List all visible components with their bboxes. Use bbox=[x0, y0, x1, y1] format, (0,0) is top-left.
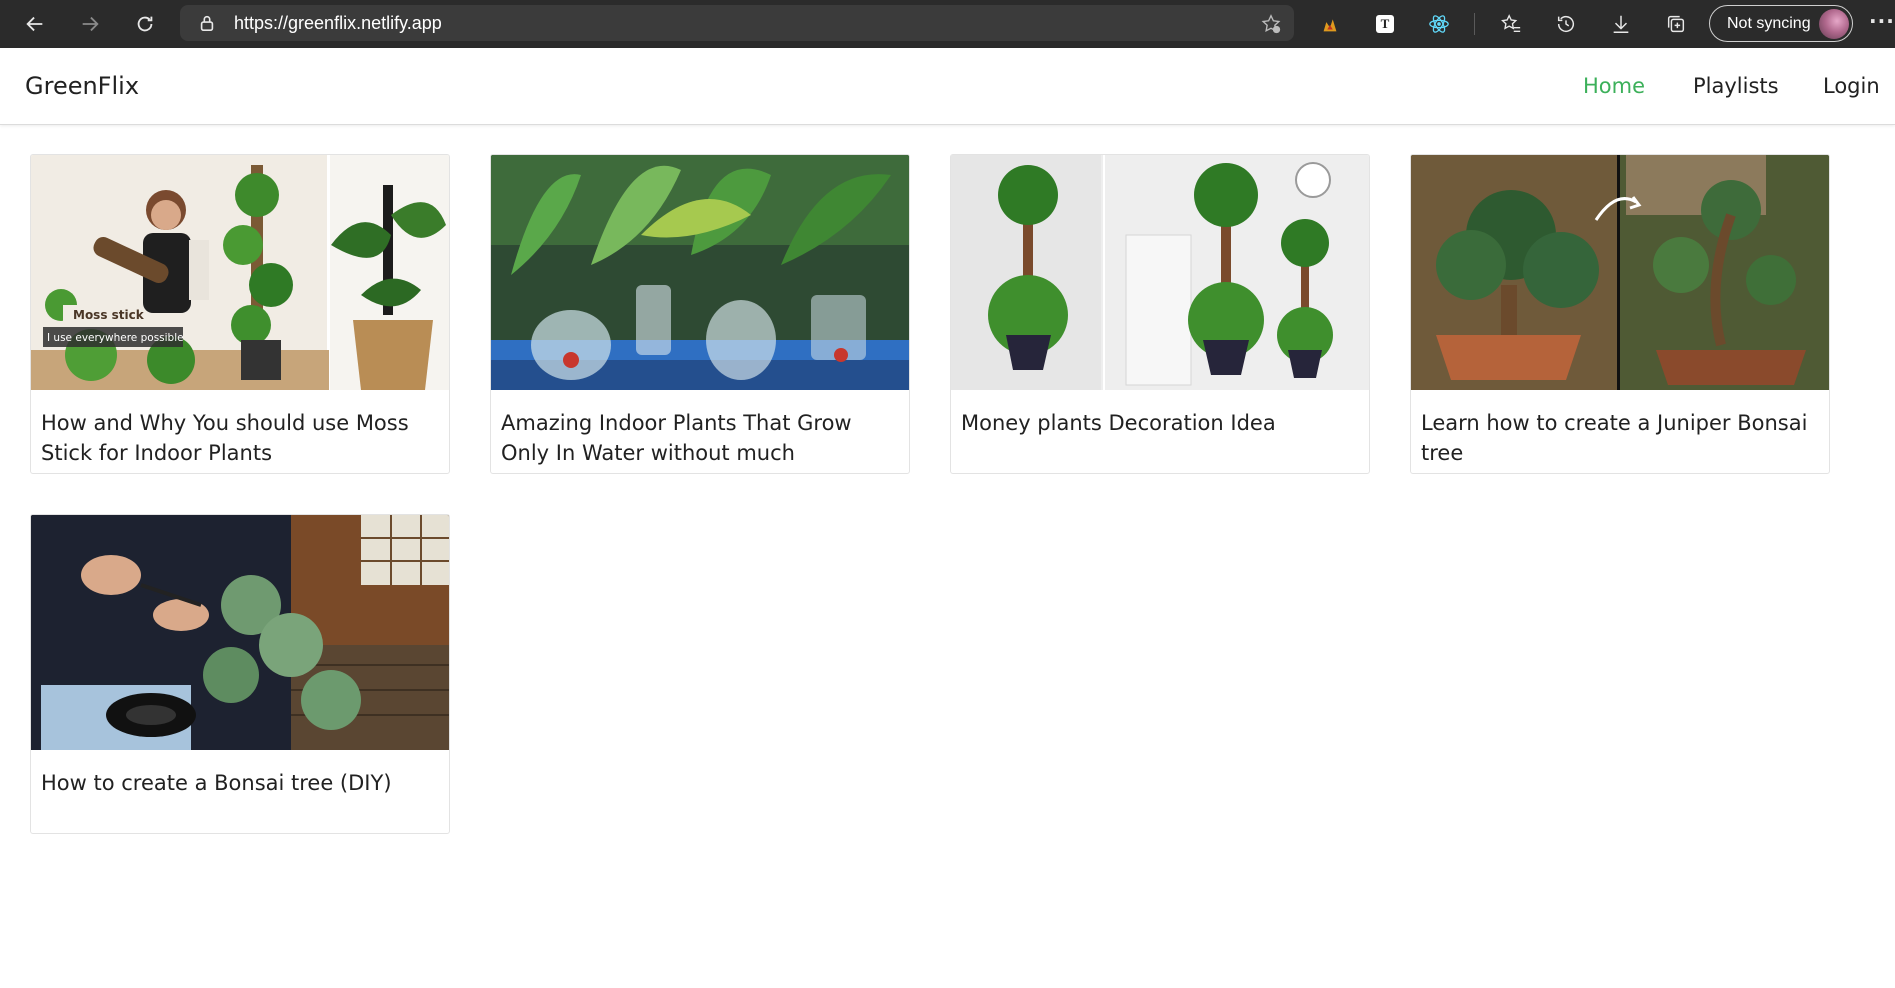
address-bar[interactable]: https://greenflix.netlify.app bbox=[180, 5, 1294, 41]
app-navbar: GreenFlix Home Playlists Login bbox=[0, 48, 1895, 125]
video-thumbnail[interactable] bbox=[491, 155, 909, 390]
t-extension-icon[interactable]: T bbox=[1372, 11, 1398, 37]
video-card[interactable]: Money plants Decoration Idea bbox=[950, 154, 1370, 474]
toolbar-separator bbox=[1474, 13, 1475, 35]
brand-logo[interactable]: GreenFlix bbox=[25, 72, 139, 100]
video-thumbnail[interactable] bbox=[1411, 155, 1829, 390]
favorites-icon[interactable] bbox=[1498, 11, 1524, 37]
download-icon[interactable] bbox=[1608, 11, 1634, 37]
thumbnail-caption: Moss stick bbox=[73, 308, 145, 322]
video-thumbnail[interactable]: Moss stick I use everywhere possible bbox=[31, 155, 449, 390]
nav-playlists[interactable]: Playlists bbox=[1693, 74, 1779, 98]
video-title[interactable]: Learn how to create a Juniper Bonsai tre… bbox=[1421, 408, 1817, 468]
thumbnail-caption: I use everywhere possible bbox=[47, 332, 184, 344]
sync-status-button[interactable]: Not syncing bbox=[1709, 5, 1853, 42]
video-card[interactable]: Amazing Indoor Plants That Grow Only In … bbox=[490, 154, 910, 474]
history-icon[interactable] bbox=[1553, 11, 1579, 37]
video-title[interactable]: How to create a Bonsai tree (DIY) bbox=[41, 768, 437, 798]
video-thumbnail[interactable] bbox=[31, 515, 449, 750]
video-title[interactable]: Amazing Indoor Plants That Grow Only In … bbox=[501, 408, 897, 473]
nav-home[interactable]: Home bbox=[1583, 74, 1645, 98]
collections-icon[interactable] bbox=[1663, 11, 1689, 37]
extension-icon[interactable] bbox=[1317, 11, 1343, 37]
video-title[interactable]: Money plants Decoration Idea bbox=[961, 408, 1357, 438]
add-favorite-icon[interactable] bbox=[1260, 13, 1282, 35]
forward-icon[interactable] bbox=[75, 9, 105, 39]
video-card[interactable]: How to create a Bonsai tree (DIY) bbox=[30, 514, 450, 834]
profile-avatar bbox=[1819, 9, 1849, 39]
nav-login[interactable]: Login bbox=[1823, 74, 1880, 98]
refresh-icon[interactable] bbox=[130, 9, 160, 39]
video-thumbnail[interactable] bbox=[951, 155, 1369, 390]
browser-toolbar: https://greenflix.netlify.app T Not sync… bbox=[0, 0, 1895, 48]
back-icon[interactable] bbox=[20, 9, 50, 39]
sync-status-label: Not syncing bbox=[1727, 15, 1811, 32]
video-card[interactable]: Learn how to create a Juniper Bonsai tre… bbox=[1410, 154, 1830, 474]
react-devtools-icon[interactable] bbox=[1426, 11, 1452, 37]
video-card[interactable]: Moss stick I use everywhere possible How… bbox=[30, 154, 450, 474]
url-text[interactable]: https://greenflix.netlify.app bbox=[234, 13, 442, 34]
video-title[interactable]: How and Why You should use Moss Stick fo… bbox=[41, 408, 437, 468]
lock-icon[interactable] bbox=[198, 14, 216, 32]
more-options-icon[interactable]: ··· bbox=[1869, 9, 1895, 33]
